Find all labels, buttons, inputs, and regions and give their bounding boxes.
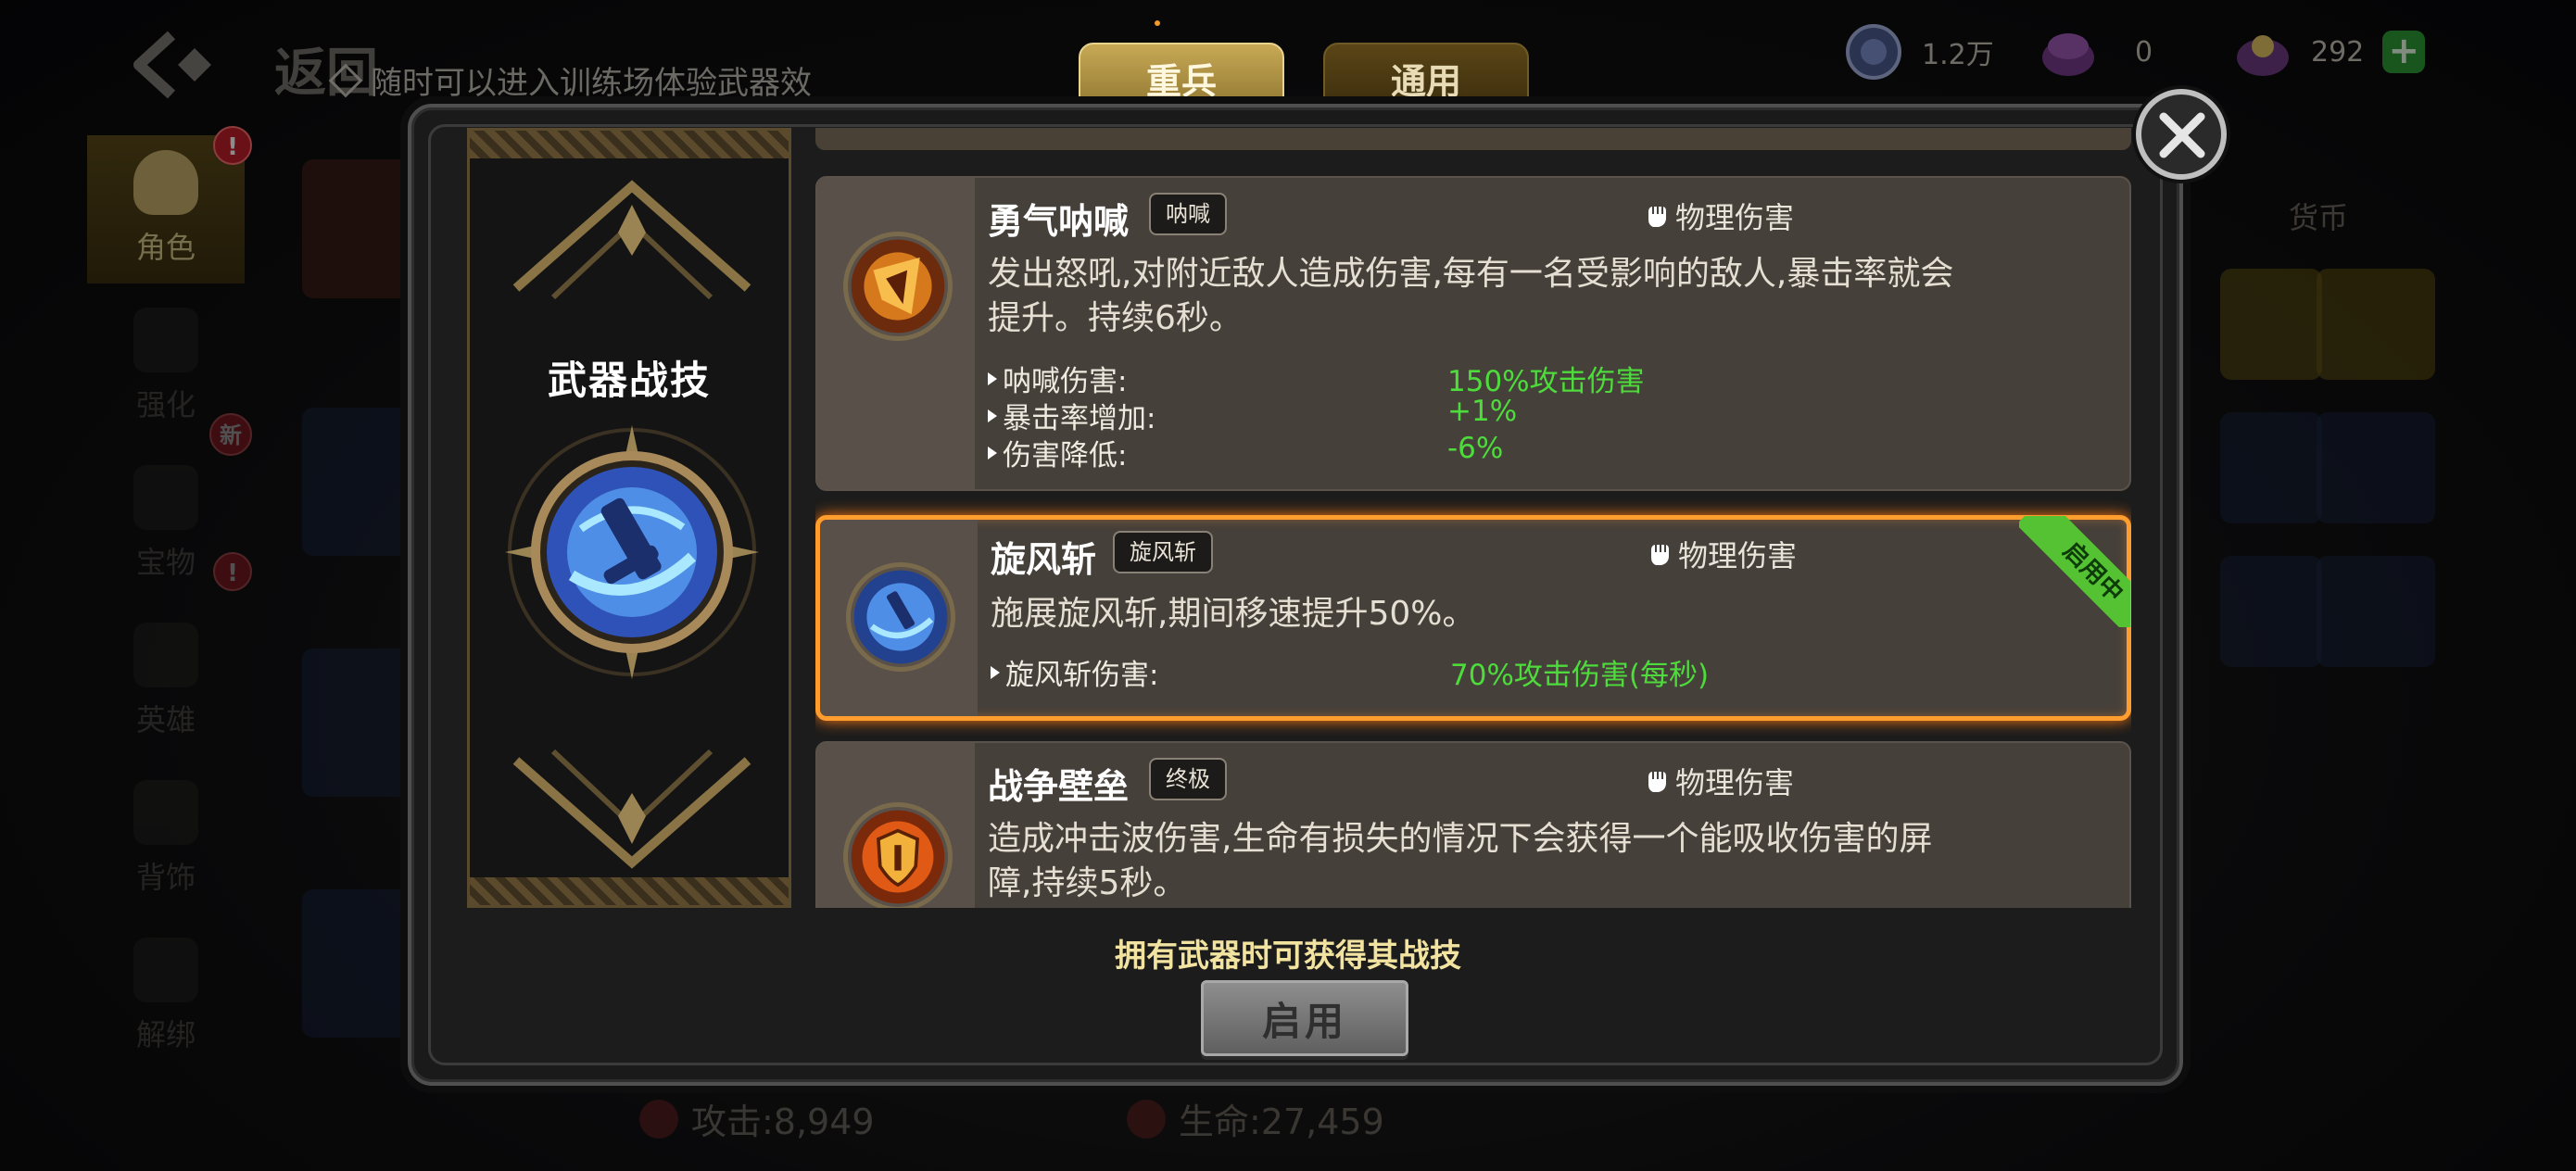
- damage-type: 物理伤害: [1648, 533, 1797, 575]
- enabled-ribbon: 启用中: [2019, 516, 2130, 627]
- close-button[interactable]: [2136, 89, 2227, 180]
- tab-general[interactable]: 通用: [1323, 43, 1529, 113]
- skill-stat-row: 暴击率增加:: [988, 395, 1155, 436]
- bottom-ornament-icon: [512, 749, 751, 869]
- skill-description: 造成冲击波伤害,生命有损失的情况下会获得一个能吸收伤害的屏障,持续5秒。: [988, 820, 1933, 902]
- whirlwind-skill-icon: [505, 425, 759, 679]
- bullet-triangle-icon: [988, 409, 997, 422]
- enabled-ribbon-text: 启用中: [2019, 516, 2130, 627]
- skill-tag: 旋风斩: [1113, 531, 1213, 573]
- skill-description: 发出怒吼,对附近敌人造成伤害,每有一名受影响的敌人,暴击率就会提升。持续6秒。: [988, 255, 1954, 337]
- skill-name: 旋风斩: [991, 539, 1097, 580]
- skill-name: 战争壁垒: [988, 766, 1130, 807]
- damage-type-text: 物理伤害: [1675, 765, 1795, 800]
- whirlwind-icon: [846, 562, 955, 672]
- damage-type-text: 物理伤害: [1678, 538, 1798, 573]
- skill-description: 施展旋风斩,期间移速提升50%。: [991, 595, 1476, 633]
- skill-stat-label: 旋风斩伤害:: [1005, 659, 1159, 692]
- weapon-skill-panel: 武器战技: [467, 128, 791, 908]
- bullet-triangle-icon: [988, 446, 997, 460]
- battle-cry-icon: [843, 232, 953, 341]
- damage-type-text: 物理伤害: [1675, 200, 1795, 235]
- skill-stat-value: 150%攻击伤害: [1447, 365, 1645, 398]
- top-ornament-icon: [512, 180, 751, 300]
- tab-indicator-dot: [1155, 20, 1160, 26]
- skill-tag: 呐喊: [1149, 193, 1227, 235]
- panel-title: 武器战技: [547, 358, 711, 403]
- fist-icon: [1648, 772, 1666, 792]
- damage-type: 物理伤害: [1646, 760, 1794, 802]
- skill-card-selected[interactable]: 旋风斩 旋风斩 物理伤害 施展旋风斩,期间移速提升50%。 旋风斩伤害: 70%…: [815, 515, 2131, 721]
- war-barrier-icon: [843, 802, 953, 908]
- skill-stat-value: -6%: [1447, 432, 1504, 465]
- enable-button[interactable]: 启用: [1201, 980, 1408, 1056]
- ornament-band: [470, 877, 789, 905]
- acquire-hint: 拥有武器时可获得其战技: [1115, 938, 1461, 975]
- previous-skill-card-edge: [815, 128, 2131, 150]
- skill-stat-value: 70%攻击伤害(每秒): [1450, 659, 1710, 692]
- skill-tag: 终极: [1149, 758, 1227, 800]
- skill-stat-row: 旋风斩伤害:: [991, 651, 1158, 693]
- close-icon: [2159, 112, 2205, 158]
- skill-list[interactable]: 勇气呐喊 呐喊 物理伤害 发出怒吼,对附近敌人造成伤害,每有一名受影响的敌人,暴…: [815, 128, 2131, 908]
- skill-stat-label: 呐喊伤害:: [1003, 365, 1128, 398]
- damage-type: 物理伤害: [1646, 195, 1794, 237]
- skill-stat-label: 伤害降低:: [1003, 439, 1128, 472]
- skill-name: 勇气呐喊: [988, 201, 1130, 242]
- skill-stat-label: 暴击率增加:: [1003, 402, 1156, 435]
- tab-heavy[interactable]: 重兵: [1079, 43, 1284, 113]
- fist-icon: [1651, 545, 1669, 565]
- game-screen: 返回 随时可以进入训练场体验武器效 1.2万 0 292 + 角色 ! 强化 新…: [0, 0, 2576, 1171]
- skill-card[interactable]: 勇气呐喊 呐喊 物理伤害 发出怒吼,对附近敌人造成伤害,每有一名受影响的敌人,暴…: [815, 176, 2131, 491]
- bullet-triangle-icon: [991, 665, 1000, 679]
- skill-stat-row: 伤害降低:: [988, 432, 1127, 473]
- fist-icon: [1648, 207, 1666, 227]
- ornament-band: [470, 131, 789, 158]
- skill-stat-value: +1%: [1447, 395, 1518, 428]
- skill-stat-row: 呐喊伤害:: [988, 358, 1127, 399]
- bullet-triangle-icon: [988, 371, 997, 385]
- skill-card[interactable]: 战争壁垒 终极 物理伤害 造成冲击波伤害,生命有损失的情况下会获得一个能吸收伤害…: [815, 741, 2131, 908]
